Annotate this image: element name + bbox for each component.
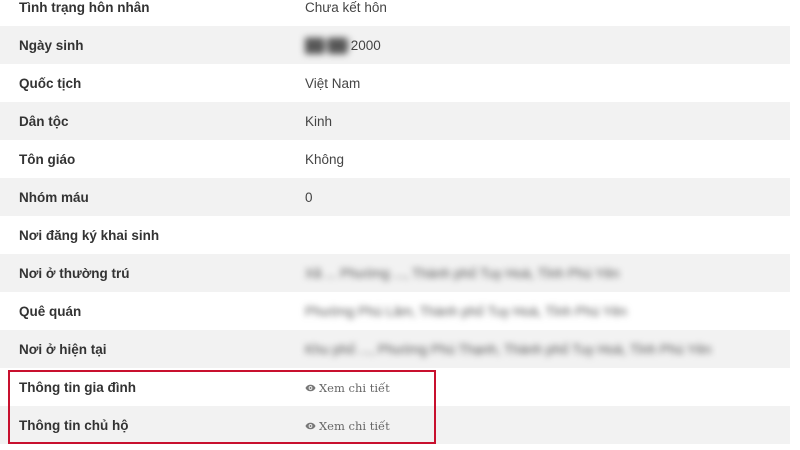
table-row: Thông tin chủ hộ Xem chi tiết [0,406,790,444]
view-household-head-label: Xem chi tiết [319,418,390,433]
row-label: Nhóm máu [19,189,89,205]
row-label: Nơi ở thường trú [19,265,130,281]
eye-icon [305,384,316,391]
row-value: Xã ... Phường ..., Thành phố Tuy Hoà, Tỉ… [305,254,790,292]
table-row: Dân tộc Kinh [0,102,790,140]
row-label: Nơi ở hiện tại [19,341,107,357]
row-value: Xem chi tiết [305,406,790,444]
row-value: ██/██/2000 [305,26,790,64]
eye-icon [305,422,316,429]
row-label: Nơi đăng ký khai sinh [19,227,160,243]
redacted-day-month: ██/██/ [305,37,351,53]
redacted-current-address: Khu phố ..., Phường Phú Thạnh, Thành phố… [305,341,712,357]
row-value: Phường Phú Lâm, Thành phố Tuy Hoà, Tỉnh … [305,292,790,330]
table-row: Nơi ở thường trú Xã ... Phường ..., Thàn… [0,254,790,292]
row-value: Việt Nam [305,75,361,91]
view-household-head-link[interactable]: Xem chi tiết [305,419,390,433]
row-label: Ngày sinh [19,37,84,53]
row-label: Thông tin gia đình [19,379,136,395]
table-row: Nơi đăng ký khai sinh [0,216,790,254]
table-row: Nhóm máu 0 [0,178,790,216]
view-family-info-link[interactable]: Xem chi tiết [305,381,390,395]
row-value: Khu phố ..., Phường Phú Thạnh, Thành phố… [305,330,790,368]
citizen-info-page: Tình trạng hôn nhân Chưa kết hôn Ngày si… [0,0,800,450]
row-label: Tình trạng hôn nhân [19,0,150,15]
personal-info-table: Tình trạng hôn nhân Chưa kết hôn Ngày si… [0,0,790,444]
birth-year: 2000 [350,37,381,53]
table-row: Nơi ở hiện tại Khu phố ..., Phường Phú T… [0,330,790,368]
row-value: Chưa kết hôn [305,0,387,15]
table-row: Tình trạng hôn nhân Chưa kết hôn [0,0,790,26]
row-label: Dân tộc [19,113,69,129]
table-row: Tôn giáo Không [0,140,790,178]
table-row: Ngày sinh ██/██/2000 [0,26,790,64]
row-label: Thông tin chủ hộ [19,417,129,433]
row-label: Tôn giáo [19,151,76,167]
view-family-info-label: Xem chi tiết [319,380,390,395]
table-row: Thông tin gia đình Xem chi tiết [0,368,790,406]
table-row: Quê quán Phường Phú Lâm, Thành phố Tuy H… [0,292,790,330]
row-label: Quê quán [19,303,82,319]
row-value [305,216,790,254]
redacted-hometown: Phường Phú Lâm, Thành phố Tuy Hoà, Tỉnh … [305,303,627,319]
row-value: Không [305,151,345,167]
row-value: Xem chi tiết [305,368,790,406]
row-value: 0 [305,189,313,205]
table-row: Quốc tịch Việt Nam [0,64,790,102]
row-value: Kinh [305,113,333,129]
redacted-permanent-address: Xã ... Phường ..., Thành phố Tuy Hoà, Tỉ… [305,265,620,281]
row-label: Quốc tịch [19,75,82,91]
